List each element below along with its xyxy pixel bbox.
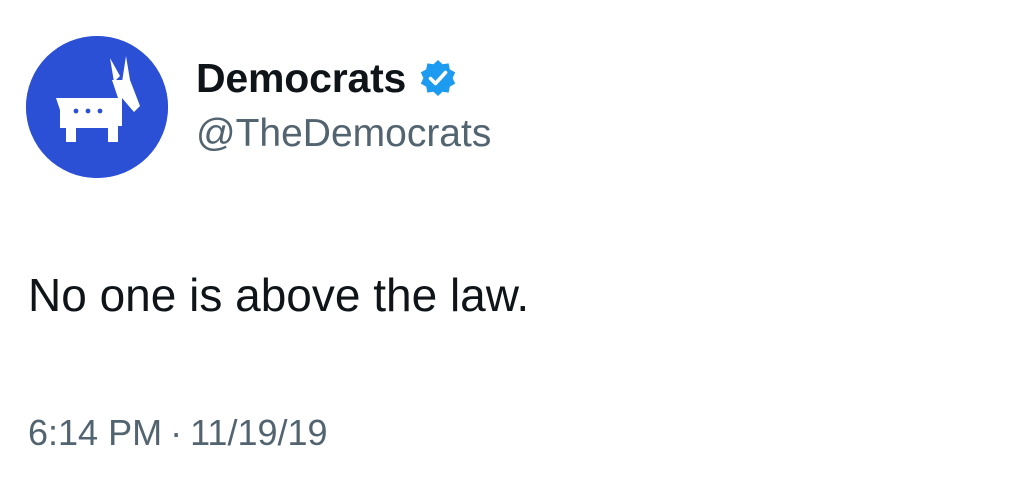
tweet-card: Democrats @TheDemocrats No one is above … <box>0 0 1027 480</box>
tweet-timestamp[interactable]: 6:14 PM · 11/19/19 <box>28 412 328 454</box>
meta-separator: · <box>170 412 183 453</box>
donkey-logo-icon <box>26 36 168 178</box>
tweet-text: No one is above the law. <box>28 269 530 321</box>
handle[interactable]: @TheDemocrats <box>196 112 491 156</box>
name-row: Democrats <box>196 52 491 104</box>
tweet-date: 11/19/19 <box>190 412 328 453</box>
display-name[interactable]: Democrats <box>196 55 406 102</box>
avatar[interactable] <box>26 36 168 178</box>
verified-badge-icon <box>418 58 458 98</box>
tweet-time: 6:14 PM <box>28 412 163 453</box>
tweet-header: Democrats @TheDemocrats <box>196 52 491 156</box>
